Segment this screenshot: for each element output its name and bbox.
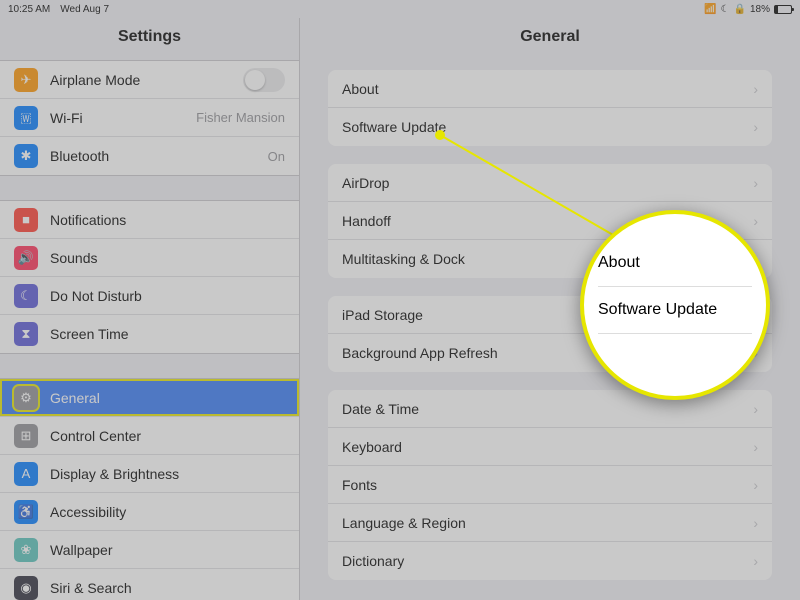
row-handoff[interactable]: Handoff › [328,202,772,240]
chevron-right-icon: › [753,175,758,191]
row-multitasking-dock[interactable]: Multitasking & Dock › [328,240,772,278]
row-label: Dictionary [342,553,404,569]
chevron-right-icon: › [753,439,758,455]
chevron-right-icon: › [753,251,758,267]
sidebar-item-label: Airplane Mode [50,72,140,88]
sidebar-item-do-not-disturb[interactable]: ☾ Do Not Disturb [0,277,299,315]
row-ipad-storage[interactable]: iPad Storage › [328,296,772,334]
notifications-icon: ■ [14,208,38,232]
sounds-icon: 🔊 [14,246,38,270]
orientation-lock-icon: 🔒 [734,4,746,15]
sidebar-item-label: Siri & Search [50,580,132,596]
wallpaper-icon: ❀ [14,538,38,562]
bluetooth-icon: ✱ [14,144,38,168]
sidebar-item-label: Control Center [50,428,141,444]
row-date-time[interactable]: Date & Time › [328,390,772,428]
app-viewport: 10:25 AM Wed Aug 7 📶 ☾ 🔒 18% Settings ✈ A… [0,0,800,600]
row-background-app-refresh[interactable]: Background App Refresh › [328,334,772,372]
sidebar-item-label: Do Not Disturb [50,288,142,304]
row-label: AirDrop [342,175,389,191]
row-label: iPad Storage [342,307,423,323]
row-about[interactable]: About › [328,70,772,108]
chevron-right-icon: › [753,307,758,323]
row-dictionary[interactable]: Dictionary › [328,542,772,580]
row-label: Background App Refresh [342,345,498,361]
sidebar-item-accessibility[interactable]: ♿ Accessibility [0,493,299,531]
row-label: About [342,81,379,97]
sidebar-item-label: Wallpaper [50,542,113,558]
control-center-icon: ⊞ [14,424,38,448]
sidebar-item-label: Screen Time [50,326,129,342]
sidebar-item-label: Sounds [50,250,97,266]
chevron-right-icon: › [753,81,758,97]
sidebar-item-general[interactable]: ⚙ General [0,379,299,417]
row-label: Keyboard [342,439,402,455]
sidebar-item-siri-search[interactable]: ◉ Siri & Search [0,569,299,600]
chevron-right-icon: › [753,553,758,569]
sidebar-item-label: Accessibility [50,504,126,520]
row-label: Handoff [342,213,391,229]
display-brightness-icon: A [14,462,38,486]
airplane-mode-switch[interactable] [243,68,285,92]
status-date: Wed Aug 7 [60,4,109,15]
do-not-disturb-icon: ☾ [14,284,38,308]
sidebar-item-control-center[interactable]: ⊞ Control Center [0,417,299,455]
general-icon: ⚙ [14,386,38,410]
content-pane[interactable]: General About›Software Update› AirDrop›H… [300,18,800,600]
sidebar-item-sounds[interactable]: 🔊 Sounds [0,239,299,277]
content-title: General [300,18,800,60]
dnd-icon: ☾ [721,4,730,15]
airplane-mode-icon: ✈ [14,68,38,92]
battery-pct: 18% [750,4,770,15]
battery-icon [774,5,792,14]
sidebar-item-label: Notifications [50,212,126,228]
row-airdrop[interactable]: AirDrop › [328,164,772,202]
row-label: Software Update [342,119,446,135]
row-label: Date & Time [342,401,419,417]
sidebar-item-display-brightness[interactable]: A Display & Brightness [0,455,299,493]
chevron-right-icon: › [753,345,758,361]
sidebar-item-value: Fisher Mansion [196,110,285,125]
sidebar-item-screen-time[interactable]: ⧗ Screen Time [0,315,299,353]
sidebar-item-wallpaper[interactable]: ❀ Wallpaper [0,531,299,569]
chevron-right-icon: › [753,213,758,229]
wifi-icon: 📶 [704,4,716,15]
sidebar-item-wi-fi[interactable]: 🇼 Wi-Fi Fisher Mansion [0,99,299,137]
row-software-update[interactable]: Software Update › [328,108,772,146]
status-bar: 10:25 AM Wed Aug 7 📶 ☾ 🔒 18% [0,0,800,18]
chevron-right-icon: › [753,477,758,493]
row-language-region[interactable]: Language & Region › [328,504,772,542]
sidebar-item-notifications[interactable]: ■ Notifications [0,201,299,239]
sidebar-title: Settings [0,18,299,60]
sidebar-item-value: On [268,149,285,164]
sidebar-item-label: Display & Brightness [50,466,179,482]
sidebar-item-label: General [50,390,100,406]
siri-search-icon: ◉ [14,576,38,600]
row-fonts[interactable]: Fonts › [328,466,772,504]
chevron-right-icon: › [753,119,758,135]
sidebar-item-bluetooth[interactable]: ✱ Bluetooth On [0,137,299,175]
status-time: 10:25 AM [8,4,50,15]
screen-time-icon: ⧗ [14,322,38,346]
sidebar-item-label: Wi-Fi [50,110,83,126]
sidebar-item-label: Bluetooth [50,148,109,164]
row-label: Multitasking & Dock [342,251,465,267]
wi-fi-icon: 🇼 [14,106,38,130]
row-label: Language & Region [342,515,466,531]
row-label: Fonts [342,477,377,493]
settings-sidebar[interactable]: Settings ✈ Airplane Mode 🇼 Wi-Fi Fisher Mans… [0,18,300,600]
chevron-right-icon: › [753,515,758,531]
chevron-right-icon: › [753,401,758,417]
accessibility-icon: ♿ [14,500,38,524]
sidebar-item-airplane-mode[interactable]: ✈ Airplane Mode [0,61,299,99]
row-keyboard[interactable]: Keyboard › [328,428,772,466]
